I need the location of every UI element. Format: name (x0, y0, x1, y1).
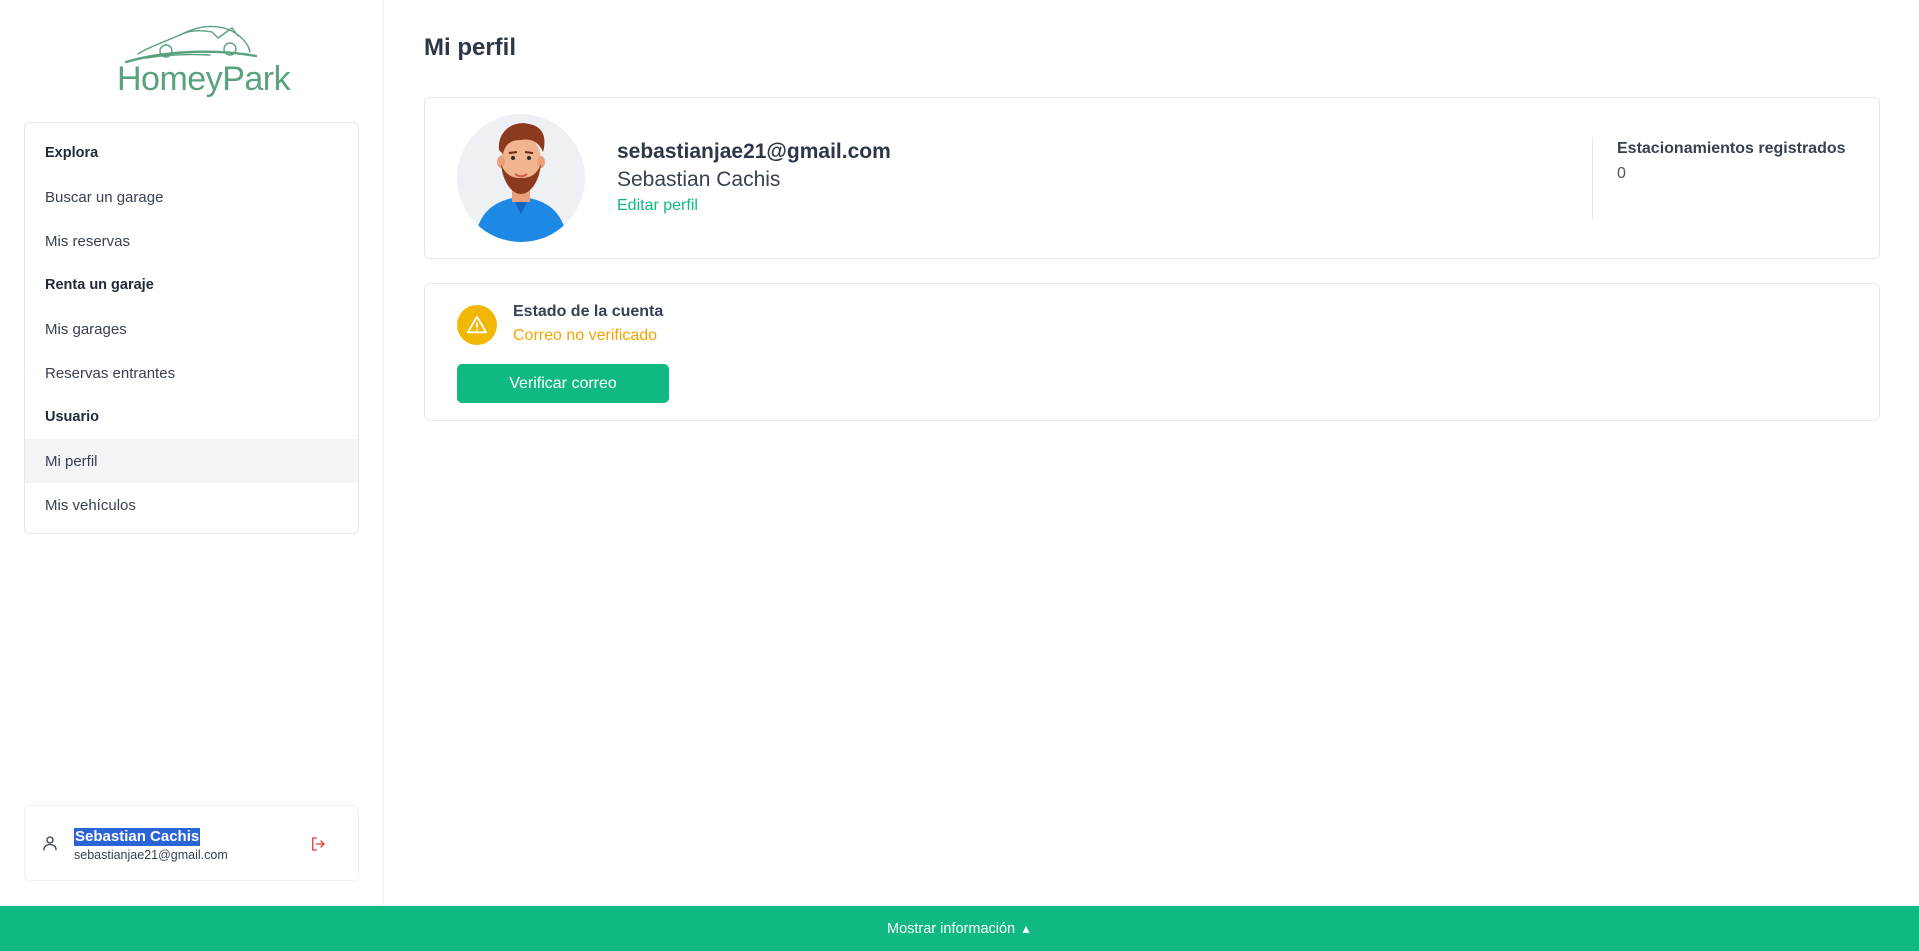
page-title: Mi perfil (424, 34, 517, 61)
avatar-illustration-icon (475, 123, 567, 242)
sidebar-item-mis-garages[interactable]: Mis garages (25, 307, 358, 351)
nav-heading-usuario: Usuario (45, 409, 99, 425)
sidebar-nav: Explora Buscar un garage Mis reservas Re… (24, 122, 359, 534)
profile-name: Sebastian Cachis (617, 168, 781, 191)
account-status-title: Estado de la cuenta (513, 303, 664, 320)
stats-value: 0 (1617, 165, 1626, 182)
nav-heading-renta-garaje: Renta un garaje (45, 277, 154, 293)
homeypark-logo[interactable]: HomeyPark (112, 18, 291, 102)
logout-icon[interactable] (309, 835, 327, 858)
nav-heading-explora: Explora (45, 145, 99, 161)
show-info-label: Mostrar información (886, 920, 1016, 937)
sidebar: HomeyPark Explora Buscar un garage Mis r… (0, 0, 384, 906)
sidebar-item-mis-vehiculos[interactable]: Mis vehículos (25, 483, 358, 527)
sidebar-item-mis-reservas[interactable]: Mis reservas (25, 219, 358, 263)
avatar (457, 114, 585, 242)
user-email: sebastianjae21@gmail.com (74, 848, 228, 862)
show-info-bar[interactable]: Mostrar información ▲ (0, 906, 1919, 951)
user-name: Sebastian Cachis (74, 828, 201, 846)
sidebar-item-buscar-garage[interactable]: Buscar un garage (25, 175, 358, 219)
brand-name: HomeyPark (117, 60, 291, 98)
car-logo-icon (124, 25, 258, 64)
app-root: HomeyPark Explora Buscar un garage Mis r… (0, 0, 1919, 951)
profile-card: sebastianjae21@gmail.com Sebastian Cachi… (424, 97, 1880, 259)
stats-label: Estacionamientos registrados (1617, 140, 1846, 157)
verify-email-button[interactable]: Verificar correo (457, 364, 669, 403)
user-icon (41, 834, 59, 857)
sidebar-item-reservas-entrantes[interactable]: Reservas entrantes (25, 351, 358, 395)
warning-badge (457, 305, 497, 345)
stats-divider (1592, 137, 1593, 219)
edit-profile-link[interactable]: Editar perfil (617, 197, 698, 215)
sidebar-item-mi-perfil[interactable]: Mi perfil (25, 439, 358, 483)
warning-icon (466, 315, 488, 334)
main-content: Mi perfil sebastianjae21@gmail.com Sebas… (384, 0, 1919, 906)
profile-email: sebastianjae21@gmail.com (617, 140, 891, 163)
account-status-card: Estado de la cuenta Correo no verificado… (424, 283, 1880, 421)
caret-up-icon: ▲ (1020, 921, 1032, 936)
account-status-value: Correo no verificado (513, 327, 658, 344)
user-card: Sebastian Cachis sebastianjae21@gmail.co… (24, 805, 359, 881)
